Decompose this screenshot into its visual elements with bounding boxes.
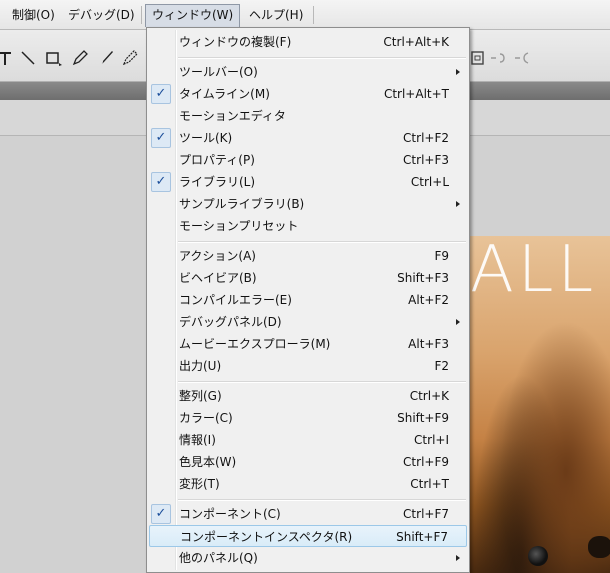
menu-item[interactable]: カラー(C) Shift+F9 — [149, 407, 467, 429]
menu-item-shortcut: Alt+F2 — [408, 293, 449, 307]
menu-separator — [178, 57, 466, 59]
menu-item[interactable]: 情報(I) Ctrl+I — [149, 429, 467, 451]
menu-item[interactable]: ✓ ライブラリ(L) Ctrl+L — [149, 171, 467, 193]
menu-item-shortcut: Ctrl+F2 — [403, 131, 449, 145]
menubar: 制御(O) デバッグ(D) ウィンドウ(W) ヘルプ(H) — [0, 0, 610, 30]
submenu-arrow-icon — [456, 201, 460, 207]
submenu-arrow-icon — [456, 555, 460, 561]
menu-item-shortcut: Ctrl+F3 — [403, 153, 449, 167]
menu-item-label: カラー(C) — [179, 411, 233, 425]
menu-item-label: 出力(U) — [179, 359, 222, 373]
menu-item-label: 他のパネル(Q) — [179, 551, 258, 565]
window-menu-dropdown: ウィンドウの複製(F) Ctrl+Alt+K ツールバー(O) ✓ タイムライン(M) C… — [146, 27, 470, 573]
menu-control[interactable]: 制御(O) — [6, 4, 61, 27]
spray-brush-icon[interactable] — [120, 48, 140, 68]
menu-item-shortcut: Shift+F9 — [397, 411, 449, 425]
menu-item-label: アクション(A) — [179, 249, 256, 263]
line-tool-icon[interactable] — [18, 48, 38, 68]
menu-separator — [178, 241, 466, 243]
menu-item[interactable]: デバッグパネル(D) — [149, 311, 467, 333]
menu-item-shortcut: Ctrl+Alt+T — [383, 87, 449, 101]
checkmark-icon: ✓ — [151, 172, 171, 192]
menu-item[interactable]: 出力(U) F2 — [149, 355, 467, 377]
menu-item-label: コンパイルエラー(E) — [179, 293, 292, 307]
menu-item-shortcut: Ctrl+T — [410, 477, 449, 491]
menu-item-shortcut: Ctrl+I — [414, 433, 449, 447]
menu-separator — [178, 499, 466, 501]
menu-item-label: モーションエディタ — [179, 109, 286, 123]
rectangle-tool-icon[interactable] — [44, 48, 64, 68]
text-tool-icon[interactable] — [0, 48, 16, 68]
menu-item-label: ムービーエクスプローラ(M) — [179, 337, 331, 351]
menu-item-shortcut: Ctrl+L — [410, 175, 449, 189]
undo-icon[interactable] — [488, 48, 508, 68]
menu-help[interactable]: ヘルプ(H) — [243, 4, 309, 27]
menu-item[interactable]: ✓ ツール(K) Ctrl+F2 — [149, 127, 467, 149]
brush-tool-icon[interactable] — [96, 48, 116, 68]
menubar-divider — [313, 6, 314, 24]
menu-item[interactable]: 色見本(W) Ctrl+F9 — [149, 451, 467, 473]
pencil-tool-icon[interactable] — [70, 48, 90, 68]
menu-item[interactable]: モーションエディタ — [149, 105, 467, 127]
menu-item-label: サンプルライブラリ(B) — [179, 197, 305, 211]
menubar-divider — [141, 6, 142, 24]
menu-item-shortcut: Ctrl+Alt+K — [383, 35, 449, 49]
menu-item[interactable]: ムービーエクスプローラ(M) Alt+F3 — [149, 333, 467, 355]
fit-frame-icon[interactable] — [468, 48, 488, 68]
menu-item-label: デバッグパネル(D) — [179, 315, 282, 329]
menu-item-label: ツール(K) — [179, 131, 233, 145]
menu-item[interactable]: モーションプリセット — [149, 215, 467, 237]
menu-item[interactable]: 整列(G) Ctrl+K — [149, 385, 467, 407]
menu-item[interactable]: アクション(A) F9 — [149, 245, 467, 267]
menu-item-shortcut: Ctrl+F7 — [403, 507, 449, 521]
menu-item-label: 変形(T) — [179, 477, 220, 491]
menu-item-label: ライブラリ(L) — [179, 175, 256, 189]
menu-item[interactable]: 変形(T) Ctrl+T — [149, 473, 467, 495]
menu-item[interactable]: コンパイルエラー(E) Alt+F2 — [149, 289, 467, 311]
submenu-arrow-icon — [456, 319, 460, 325]
redo-icon[interactable] — [512, 48, 532, 68]
menu-item-shortcut: Ctrl+K — [409, 389, 449, 403]
menu-debug[interactable]: デバッグ(D) — [62, 4, 141, 27]
menu-item[interactable]: ウィンドウの複製(F) Ctrl+Alt+K — [149, 31, 467, 53]
menu-item-shortcut: Shift+F3 — [397, 271, 449, 285]
menu-item[interactable]: ✓ コンポーネント(C) Ctrl+F7 — [149, 503, 467, 525]
menu-item[interactable]: コンポーネントインスペクタ(R) Shift+F7 — [149, 525, 467, 547]
menu-item-label: プロパティ(P) — [179, 153, 255, 167]
menu-item-label: 整列(G) — [179, 389, 222, 403]
menu-separator — [178, 381, 466, 383]
menu-window[interactable]: ウィンドウ(W) — [145, 4, 241, 27]
checkmark-icon: ✓ — [151, 128, 171, 148]
menu-item[interactable]: プロパティ(P) Ctrl+F3 — [149, 149, 467, 171]
menu-item-label: ツールバー(O) — [179, 65, 258, 79]
menu-item-shortcut: Alt+F3 — [408, 337, 449, 351]
menu-item-label: コンポーネントインスペクタ(R) — [180, 530, 353, 544]
menu-item[interactable]: 他のパネル(Q) — [149, 547, 467, 569]
menu-item-label: ウィンドウの複製(F) — [179, 35, 292, 49]
menu-item-label: 情報(I) — [179, 433, 216, 447]
menu-item-label: コンポーネント(C) — [179, 507, 281, 521]
menu-item-shortcut: Ctrl+F9 — [403, 455, 449, 469]
menu-item-label: 色見本(W) — [179, 455, 237, 469]
dog-nose — [588, 536, 610, 558]
menu-item-shortcut: Shift+F7 — [396, 530, 448, 544]
menu-item-label: モーションプリセット — [179, 219, 299, 233]
checkmark-icon: ✓ — [151, 504, 171, 524]
dog-eye — [528, 546, 548, 566]
menu-item-label: タイムライン(M) — [179, 87, 270, 101]
menu-item[interactable]: ビヘイビア(B) Shift+F3 — [149, 267, 467, 289]
menu-item[interactable]: ツールバー(O) — [149, 61, 467, 83]
menu-item-shortcut: F2 — [434, 359, 449, 373]
checkmark-icon: ✓ — [151, 84, 171, 104]
menu-item[interactable]: ✓ タイムライン(M) Ctrl+Alt+T — [149, 83, 467, 105]
menu-item-label: ビヘイビア(B) — [179, 271, 257, 285]
submenu-arrow-icon — [456, 69, 460, 75]
menu-item-shortcut: F9 — [434, 249, 449, 263]
menu-item[interactable]: サンプルライブラリ(B) — [149, 193, 467, 215]
stage-overlay-text: ALL — [470, 233, 598, 307]
